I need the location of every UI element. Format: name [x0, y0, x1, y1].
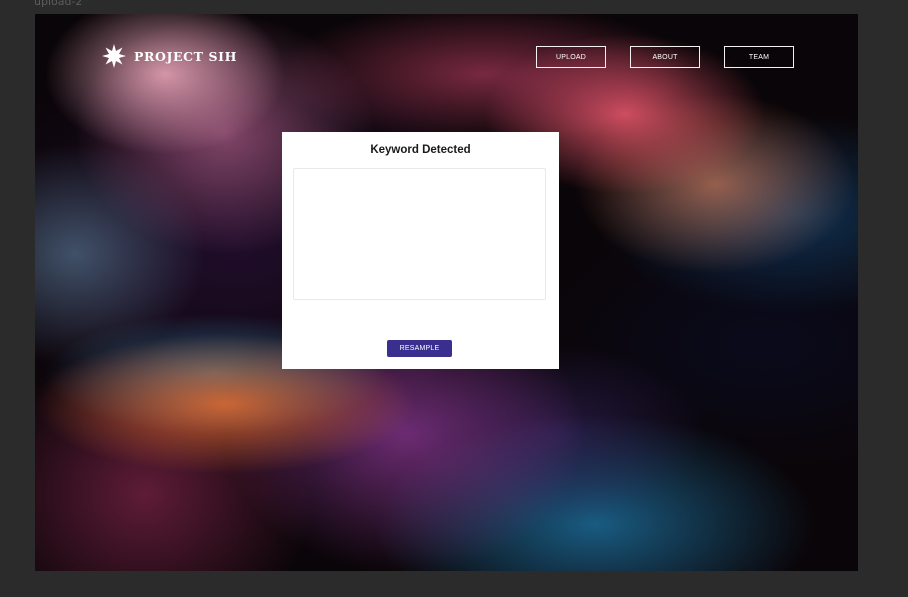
keyword-card: Keyword Detected RESAMPLE: [282, 132, 559, 369]
nav-team-button[interactable]: TEAM: [724, 46, 794, 68]
nav-about-button[interactable]: ABOUT: [630, 46, 700, 68]
header: PROJECT SIH UPLOAD ABOUT TEAM: [35, 14, 858, 104]
logo[interactable]: PROJECT SIH: [101, 43, 237, 69]
card-title: Keyword Detected: [370, 144, 471, 156]
resample-button[interactable]: RESAMPLE: [387, 340, 452, 357]
keyword-result-area[interactable]: [293, 168, 546, 300]
frame-label: upload-2: [34, 0, 83, 8]
nav-upload-button[interactable]: UPLOAD: [536, 46, 606, 68]
logo-text: PROJECT SIH: [134, 48, 238, 64]
starburst-icon: [102, 44, 126, 68]
page-frame: PROJECT SIH UPLOAD ABOUT TEAM Keyword De…: [35, 14, 858, 571]
top-nav: UPLOAD ABOUT TEAM: [536, 46, 794, 68]
